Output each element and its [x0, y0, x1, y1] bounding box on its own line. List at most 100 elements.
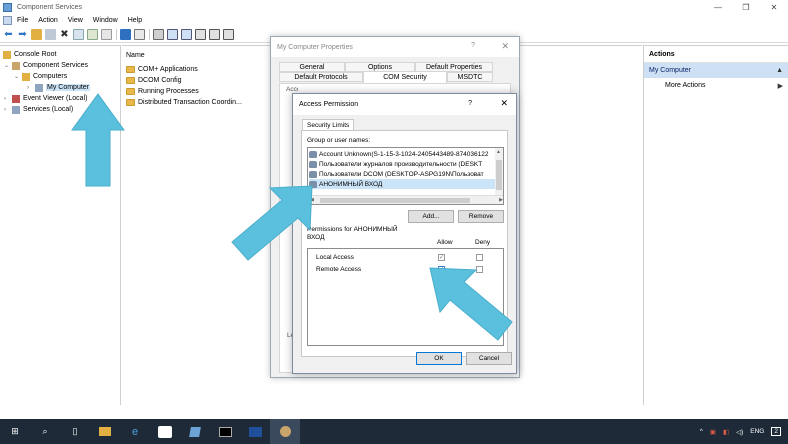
annotation-arrow-up: [71, 93, 125, 187]
speaker-icon[interactable]: ◁): [736, 428, 743, 436]
small-icons-view-icon[interactable]: [181, 29, 192, 40]
tree-item-component-services[interactable]: ⌄ Component Services: [4, 60, 88, 71]
show-hide-tree-icon[interactable]: [45, 29, 56, 40]
close-button[interactable]: ✕: [500, 98, 508, 109]
cancel-button[interactable]: Cancel: [466, 352, 512, 365]
restore-icon[interactable]: ❐: [732, 0, 760, 14]
local-access-deny-checkbox[interactable]: [476, 254, 483, 261]
annotation-arrow-left: [429, 267, 513, 341]
minimize-icon[interactable]: —: [704, 0, 732, 14]
menu-view[interactable]: View: [63, 17, 88, 24]
scrollbar-thumb[interactable]: [496, 160, 502, 190]
tab-com-security[interactable]: COM Security: [363, 71, 447, 83]
actions-section-my-computer[interactable]: My Computer ▲: [644, 63, 788, 78]
help-icon[interactable]: [120, 29, 131, 40]
help-button[interactable]: ?: [468, 100, 472, 107]
ilo-app-icon[interactable]: [150, 419, 180, 444]
file-explorer-icon[interactable]: [90, 419, 120, 444]
list-item[interactable]: Distributed Transaction Coordin...: [126, 97, 242, 108]
folder-icon: [3, 50, 11, 59]
notification-icon[interactable]: 2: [771, 427, 781, 436]
chevron-right-icon[interactable]: ›: [4, 96, 12, 102]
tab-default-protocols[interactable]: Default Protocols: [279, 72, 363, 82]
title-bar: Component Services — ❐ ✕: [0, 0, 788, 14]
toolbar-separator: [149, 29, 150, 40]
component-services-taskbar-icon[interactable]: [270, 419, 300, 444]
menu-help[interactable]: Help: [123, 17, 147, 24]
powershell-icon[interactable]: [240, 419, 270, 444]
network-icon[interactable]: ▣: [710, 428, 716, 436]
list-item[interactable]: Пользователи DCOM (DESKTOP-ASPG19N\Польз…: [309, 169, 495, 179]
list-item[interactable]: DCOM Config: [126, 75, 182, 86]
list-item[interactable]: COM+ Applications: [126, 64, 198, 75]
chevron-down-icon[interactable]: ⌄: [14, 73, 22, 80]
language-indicator[interactable]: ENG: [750, 428, 764, 435]
app-icon[interactable]: [180, 419, 210, 444]
horizontal-scrollbar[interactable]: ◀ ▶: [308, 195, 503, 204]
list-item[interactable]: Пользователи журналов производительности…: [309, 159, 495, 169]
help-button[interactable]: ?: [471, 42, 475, 49]
computer-icon[interactable]: [153, 29, 164, 40]
dialog-title: My Computer Properties: [277, 43, 353, 51]
folder-icon: [22, 72, 30, 81]
caret-up-icon[interactable]: ▲: [776, 67, 783, 74]
close-button[interactable]: ✕: [501, 41, 509, 52]
scrollbar-thumb[interactable]: [320, 198, 470, 203]
services-gear-icon: [12, 105, 20, 114]
remove-button[interactable]: Remove: [458, 210, 504, 223]
folder-up-icon[interactable]: [31, 29, 42, 40]
properties-icon[interactable]: [73, 29, 84, 40]
tree-item-console-root[interactable]: Console Root: [3, 49, 56, 60]
command-prompt-icon[interactable]: [210, 419, 240, 444]
close-icon[interactable]: ✕: [760, 0, 788, 14]
windows-start-icon[interactable]: ⊞: [0, 419, 30, 444]
system-tray: ^ ▣ ◧ ◁) ENG 2: [700, 419, 788, 444]
search-icon[interactable]: ⌕: [30, 419, 60, 444]
add-button[interactable]: Add...: [408, 210, 454, 223]
export-list-icon[interactable]: [101, 29, 112, 40]
menu-action[interactable]: Action: [33, 17, 62, 24]
scroll-right-icon[interactable]: ▶: [499, 197, 503, 203]
window-controls: — ❐ ✕: [704, 0, 788, 14]
chevron-right-icon[interactable]: ›: [4, 107, 12, 113]
toolbar-separator: [116, 29, 117, 40]
windows-taskbar: ⊞ ⌕ ▯ e ^ ▣ ◧ ◁) ENG 2: [0, 419, 788, 444]
folder-icon: [126, 99, 135, 106]
back-arrow-icon[interactable]: ⬅: [3, 29, 14, 40]
user-list[interactable]: Account Unknown(S-1-15-3-1024-2405443489…: [307, 147, 504, 205]
volume-icon[interactable]: ◧: [723, 428, 729, 436]
grid-view-icon[interactable]: [223, 29, 234, 40]
chevron-right-icon[interactable]: ›: [27, 85, 35, 91]
user-icon: [309, 150, 317, 158]
task-view-icon[interactable]: ▯: [60, 419, 90, 444]
internet-explorer-icon[interactable]: e: [120, 419, 150, 444]
list-view-icon[interactable]: [195, 29, 206, 40]
list-item-selected[interactable]: АНОНИМНЫЙ ВХОД: [309, 179, 495, 189]
menu-window[interactable]: Window: [88, 17, 123, 24]
tab-msdtc[interactable]: MSDTC: [447, 72, 493, 82]
actions-pane: Actions My Computer ▲ More Actions ▶: [643, 45, 788, 405]
detail-view-icon[interactable]: [209, 29, 220, 40]
local-access-allow-checkbox[interactable]: ✓: [438, 254, 445, 261]
refresh-icon[interactable]: [87, 29, 98, 40]
tree-item-computers[interactable]: ⌄ Computers: [14, 71, 67, 82]
column-header-name[interactable]: Name: [126, 52, 145, 59]
forward-arrow-icon[interactable]: ➡: [17, 29, 28, 40]
actions-header: Actions: [644, 46, 788, 63]
user-group-icon: [309, 160, 317, 168]
tree-item-services[interactable]: › Services (Local): [4, 104, 73, 115]
ok-button[interactable]: OK: [416, 352, 462, 365]
tab-general[interactable]: General: [279, 62, 345, 72]
computer-icon: [35, 83, 43, 92]
more-actions-item[interactable]: More Actions ▶: [644, 78, 788, 93]
vertical-scrollbar[interactable]: ▲: [495, 148, 503, 197]
large-icons-view-icon[interactable]: [167, 29, 178, 40]
console-icon[interactable]: [134, 29, 145, 40]
list-item[interactable]: Account Unknown(S-1-15-3-1024-2405443489…: [309, 149, 495, 159]
list-item[interactable]: Running Processes: [126, 86, 199, 97]
scroll-up-icon[interactable]: ▲: [496, 149, 501, 155]
chevron-up-icon[interactable]: ^: [700, 428, 703, 435]
chevron-down-icon[interactable]: ⌄: [4, 62, 12, 69]
delete-icon[interactable]: ✖: [59, 29, 70, 40]
menu-file[interactable]: File: [12, 17, 33, 24]
